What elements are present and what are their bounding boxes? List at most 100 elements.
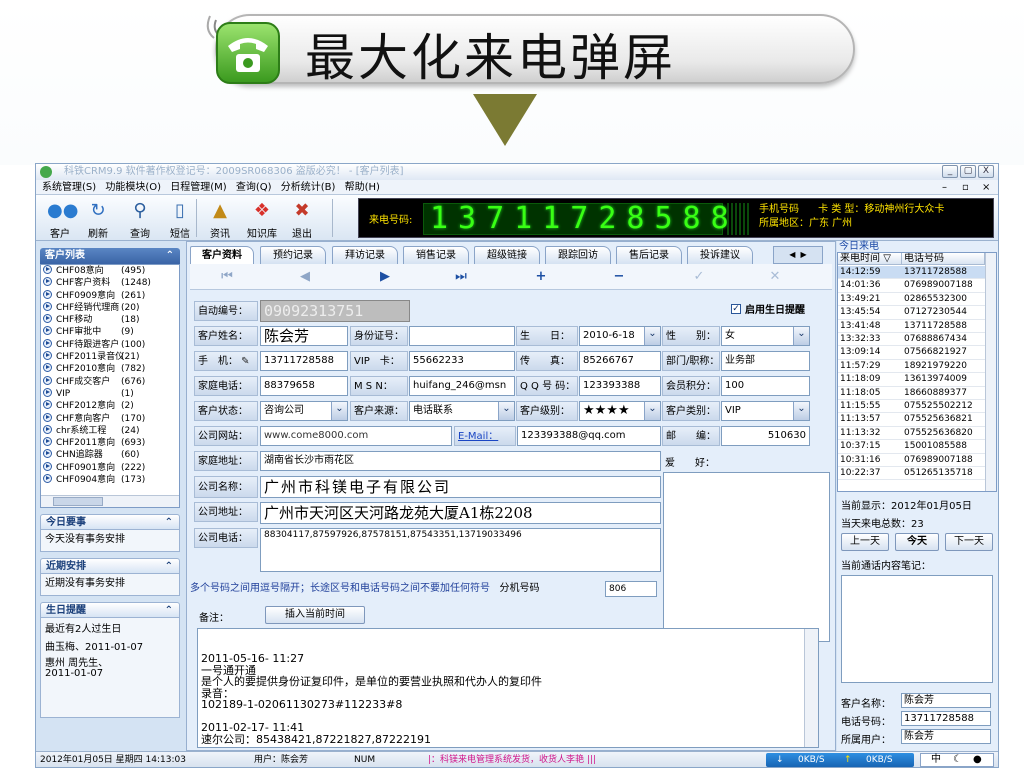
status-select[interactable]: 咨询公司 (260, 401, 348, 421)
expand-arrow-icon[interactable] (43, 289, 52, 299)
expand-arrow-icon[interactable] (43, 424, 52, 434)
col-call-time[interactable]: 来电时间 ▽ (838, 253, 902, 265)
table-row[interactable]: 13:09:14 07566821927 (838, 346, 985, 360)
expand-arrow-icon[interactable] (43, 412, 52, 422)
expand-arrow-icon[interactable] (43, 437, 52, 447)
list-item[interactable]: CHF2011意向 (693) (41, 437, 179, 449)
name-field[interactable]: 陈会芳 (260, 326, 348, 346)
email-link[interactable]: E-Mail： (454, 426, 516, 446)
table-row[interactable]: 13:49:21 02865532300 (838, 293, 985, 307)
company-address-field[interactable]: 广州市天河区天河路龙苑大厦A1栋2208 (260, 502, 661, 524)
list-item[interactable]: CHF移动 (18) (41, 314, 179, 326)
menu-help[interactable]: 帮助(H) (345, 182, 380, 193)
msn-field[interactable]: huifang_246@msn (409, 376, 515, 396)
hobby-field[interactable] (663, 472, 830, 642)
today-panel-header[interactable]: 今日要事 ⌃ (40, 514, 180, 530)
table-row[interactable]: 11:15:55 075525502212 (838, 400, 985, 414)
expand-arrow-icon[interactable] (43, 351, 52, 361)
delete-record-icon[interactable]: − (610, 268, 628, 286)
birthday-picker[interactable]: 2010-6-18 (579, 326, 661, 346)
remarks-textarea[interactable]: 2011-05-16- 11:27 一号通开通 是个人的要提供身份证复印件，是单… (197, 628, 819, 748)
dept-field[interactable]: 业务部 (721, 351, 810, 371)
toolbar-exit-button[interactable]: ✖ 退出 (282, 197, 322, 240)
toolbar-search-button[interactable]: ⚲ 查询 (120, 197, 160, 240)
table-row[interactable]: 11:18:09 13613974009 (838, 373, 985, 387)
mobile-field[interactable]: 13711728588 (260, 351, 348, 371)
source-select[interactable]: 电话联系 (409, 401, 515, 421)
call-notes-textarea[interactable] (841, 575, 993, 683)
category-select[interactable]: VIP (721, 401, 810, 421)
birthday-line[interactable]: 曲玉梅、2011-01-07 (45, 641, 175, 654)
mdi-restore-button[interactable]: ▫ (962, 180, 969, 195)
collapse-icon[interactable]: ⌃ (166, 248, 174, 264)
email-field[interactable]: 123393388@qq.com (517, 426, 661, 446)
company-phone-field[interactable]: 88304117,87597926,87578151,87543351,1371… (260, 528, 661, 572)
remarks-scrollbar[interactable] (804, 629, 818, 747)
toolbar-refresh-button[interactable]: ↻ 刷新 (78, 197, 118, 240)
serial-field[interactable]: 09092313751 (260, 300, 410, 322)
owner-user-value[interactable]: 陈会芳 (901, 729, 991, 744)
vip-field[interactable]: 55662233 (409, 351, 515, 371)
list-item[interactable]: CHN追踪器 (60) (41, 449, 179, 461)
scrollbar-thumb[interactable] (53, 497, 103, 506)
list-item[interactable]: CHF08意向 (495) (41, 265, 179, 277)
table-row[interactable]: 10:22:37 051265135718 (838, 467, 985, 481)
list-item[interactable]: CHF2011录音仪 (21) (41, 351, 179, 363)
table-row[interactable]: 11:57:29 18921979220 (838, 360, 985, 374)
qq-field[interactable]: 123393388 (579, 376, 661, 396)
last-record-icon[interactable]: ⏭ (452, 268, 470, 286)
list-item[interactable]: CHF2010意向 (782) (41, 363, 179, 375)
menu-system[interactable]: 系统管理(S) (42, 182, 96, 193)
list-item[interactable]: CHF0901意向 (222) (41, 461, 179, 474)
list-item[interactable]: CHF2012意向 (2) (41, 400, 179, 412)
home-phone-field[interactable]: 88379658 (260, 376, 348, 396)
table-row[interactable]: 13:32:33 07688867434 (838, 333, 985, 347)
expand-arrow-icon[interactable] (43, 326, 52, 336)
tab-visits[interactable]: 拜访记录 (332, 246, 398, 264)
customer-list-header[interactable]: 客户列表 ⌃ (40, 248, 180, 264)
list-item[interactable]: chr系统工程 (24) (41, 424, 179, 437)
toolbar-customer-button[interactable]: ●● 客户 (40, 197, 80, 240)
list-item[interactable]: CHF审批中 (9) (41, 326, 179, 338)
mdi-minimize-button[interactable]: – (942, 180, 947, 195)
list-item[interactable]: CHF0909意向 (261) (41, 289, 179, 302)
menu-query[interactable]: 查询(Q) (236, 182, 272, 193)
extension-field[interactable]: 806 (605, 581, 657, 597)
list-item[interactable]: CHF客户资料 (1248) (41, 277, 179, 289)
list-item[interactable]: CHF0904意向 (173) (41, 474, 179, 486)
tab-followup[interactable]: 跟踪回访 (545, 246, 611, 264)
expand-arrow-icon[interactable] (43, 449, 52, 459)
menu-modules[interactable]: 功能模块(O) (105, 182, 161, 193)
tab-complaints[interactable]: 投诉建议 (687, 246, 753, 264)
caller-phone-value[interactable]: 13711728588 (901, 711, 991, 726)
table-row[interactable]: 11:13:57 075525636821 (838, 413, 985, 427)
list-item[interactable]: CHF成交客户 (676) (41, 375, 179, 388)
minimize-button[interactable]: _ (942, 165, 958, 178)
expand-arrow-icon[interactable] (43, 474, 52, 484)
cancel-edit-icon[interactable]: ✕ (766, 268, 784, 286)
list-horizontal-scrollbar[interactable] (41, 495, 179, 507)
next-day-button[interactable]: 下一天 (945, 533, 993, 551)
collapse-icon[interactable]: ⌃ (165, 515, 173, 531)
ime-indicator[interactable]: 中 ☾ ● (920, 753, 994, 767)
level-select[interactable]: ★★★★ (579, 401, 661, 421)
next-record-icon[interactable]: ▶ (376, 268, 394, 286)
birthday-panel-header[interactable]: 生日提醒 ⌃ (40, 602, 180, 618)
expand-arrow-icon[interactable] (43, 363, 52, 373)
tab-customer-info[interactable]: 客户资料 (190, 246, 254, 265)
table-row[interactable]: 10:31:16 076989007188 (838, 454, 985, 467)
add-record-icon[interactable]: + (532, 268, 550, 286)
expand-arrow-icon[interactable] (43, 338, 52, 348)
edit-phone-icon[interactable]: ✎ (238, 356, 249, 367)
expand-arrow-icon[interactable] (43, 314, 52, 324)
recent-panel-header[interactable]: 近期安排 ⌃ (40, 558, 180, 574)
mdi-close-button[interactable]: × (982, 180, 990, 195)
window-titlebar[interactable]: 科铁CRM9.9 软件著作权登记号：2009SR068306 盗版必究！ - [… (36, 164, 998, 180)
today-button[interactable]: 今天 (895, 533, 939, 551)
table-row[interactable]: 13:45:54 07127230544 (838, 306, 985, 320)
company-name-field[interactable]: 广州市科镁电子有限公司 (260, 476, 661, 498)
home-address-field[interactable]: 湖南省长沙市雨花区 (260, 451, 661, 471)
expand-arrow-icon[interactable] (43, 265, 52, 274)
calls-scrollbar[interactable] (985, 253, 996, 491)
tab-scroll-buttons[interactable]: ◀ ▶ (773, 246, 823, 264)
